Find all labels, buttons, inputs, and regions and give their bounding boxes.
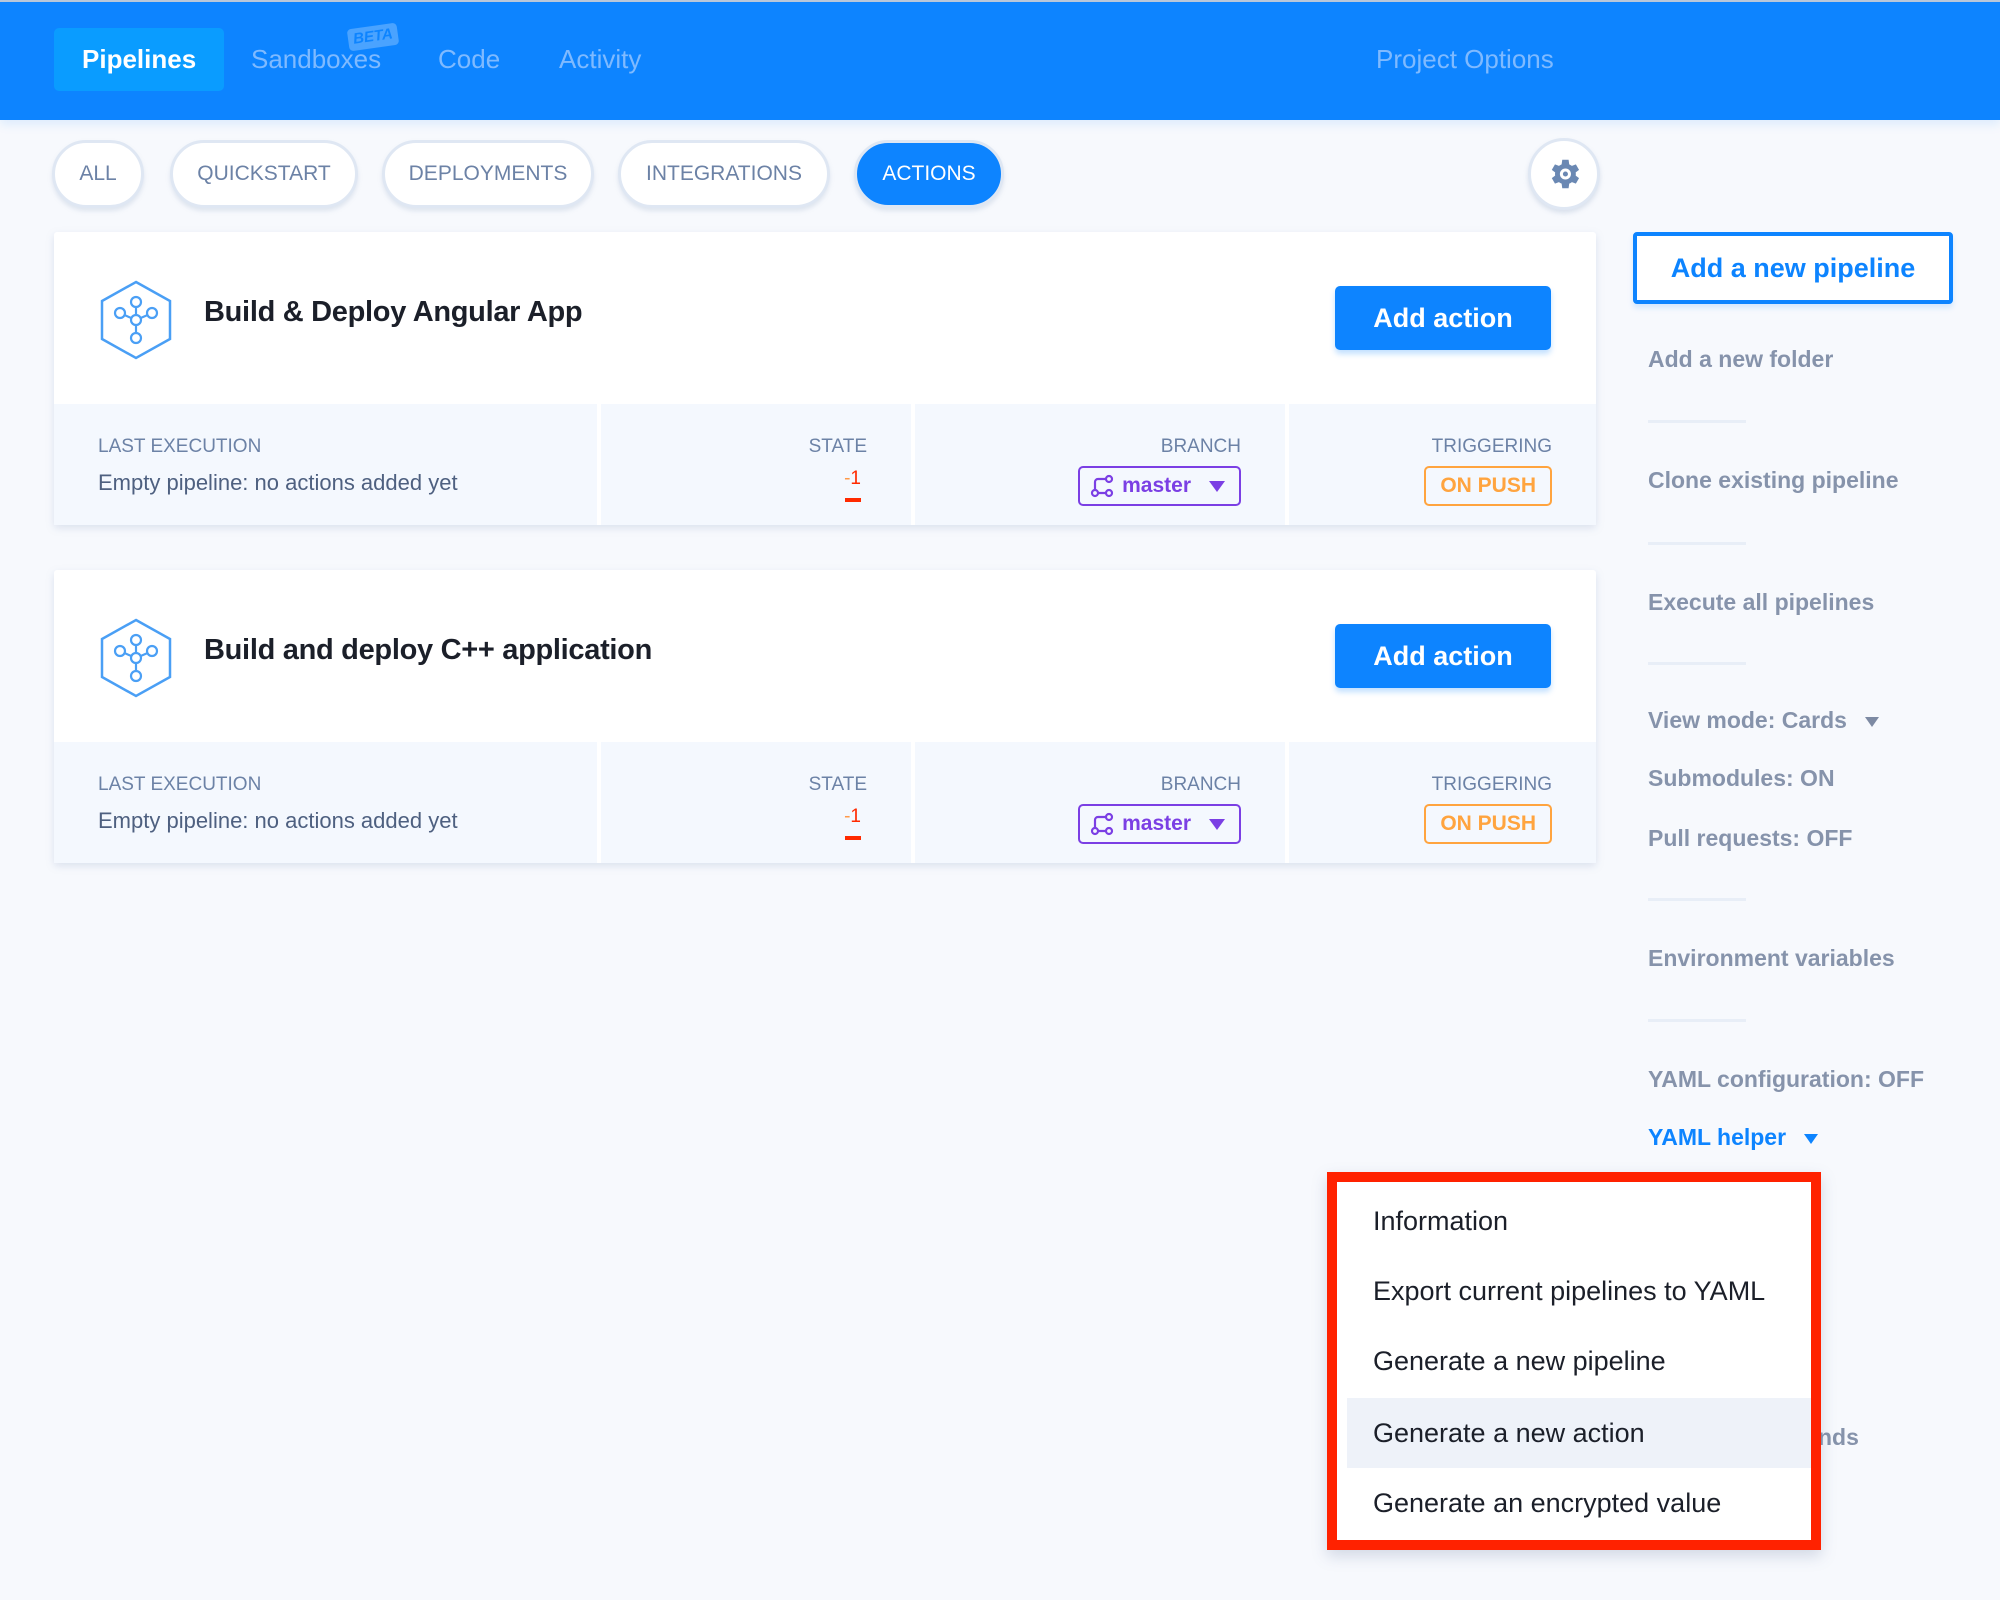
chevron-down-icon xyxy=(1209,480,1225,492)
state-indicator-bar xyxy=(845,498,861,502)
add-action-button[interactable]: Add action xyxy=(1335,286,1551,350)
state-label: STATE xyxy=(808,436,867,457)
sidebar-divider xyxy=(1648,662,1746,665)
menu-item-generate-encrypted-value[interactable]: Generate an encrypted value xyxy=(1347,1468,1811,1538)
obscured-sidebar-item[interactable]: nds xyxy=(1818,1424,1859,1451)
environment-variables-link[interactable]: Environment variables xyxy=(1648,945,1895,972)
state-label: STATE xyxy=(808,774,867,795)
view-mode-label: View mode: Cards xyxy=(1648,707,1847,733)
branch-name: master xyxy=(1122,812,1191,835)
pipeline-card: Build and deploy C++ application Add act… xyxy=(54,570,1596,863)
nav-tab-code[interactable]: Code xyxy=(410,28,528,91)
branch-cell: BRANCH master xyxy=(915,404,1285,525)
nav-tab-pipelines[interactable]: Pipelines xyxy=(54,28,225,91)
triggering-cell: TRIGGERING ON PUSH xyxy=(1289,742,1596,863)
yaml-configuration-toggle[interactable]: YAML configuration: OFF xyxy=(1648,1066,1924,1093)
filter-integrations[interactable]: INTEGRATIONS xyxy=(618,140,830,208)
top-nav-bar: Pipelines Sandboxes BETA Code Activity P… xyxy=(0,0,2000,120)
state-number: 1 xyxy=(850,806,861,827)
state-cell: STATE -1 xyxy=(601,742,911,863)
branch-name: master xyxy=(1122,474,1191,497)
state-value: -1 xyxy=(844,468,861,490)
triggering-label: TRIGGERING xyxy=(1431,774,1552,795)
last-execution-label: LAST EXECUTION xyxy=(98,774,262,795)
yaml-helper-dropdown[interactable]: YAML helper xyxy=(1648,1124,1819,1151)
filter-deployments[interactable]: DEPLOYMENTS xyxy=(382,140,594,208)
submodules-toggle[interactable]: Submodules: ON xyxy=(1648,765,1835,792)
nav-tab-activity[interactable]: Activity xyxy=(531,28,669,91)
pull-requests-toggle[interactable]: Pull requests: OFF xyxy=(1648,825,1852,852)
last-execution-cell: LAST EXECUTION Empty pipeline: no action… xyxy=(54,404,597,525)
state-cell: STATE -1 xyxy=(601,404,911,525)
branch-cell: BRANCH master xyxy=(915,742,1285,863)
menu-item-export-yaml[interactable]: Export current pipelines to YAML xyxy=(1347,1256,1811,1326)
pipeline-title[interactable]: Build & Deploy Angular App xyxy=(204,296,583,329)
trigger-mode-badge[interactable]: ON PUSH xyxy=(1424,466,1552,506)
sidebar-divider xyxy=(1648,898,1746,901)
triggering-label: TRIGGERING xyxy=(1431,436,1552,457)
filter-quickstart[interactable]: QUICKSTART xyxy=(170,140,358,208)
state-value: -1 xyxy=(844,806,861,828)
menu-item-generate-pipeline[interactable]: Generate a new pipeline xyxy=(1347,1326,1811,1396)
yaml-helper-label: YAML helper xyxy=(1648,1124,1787,1150)
last-execution-value: Empty pipeline: no actions added yet xyxy=(98,470,458,495)
last-execution-value: Empty pipeline: no actions added yet xyxy=(98,808,458,833)
execute-all-pipelines-link[interactable]: Execute all pipelines xyxy=(1648,589,1874,616)
add-new-folder-link[interactable]: Add a new folder xyxy=(1648,346,1833,373)
chevron-down-icon xyxy=(1209,818,1225,830)
menu-item-information[interactable]: Information xyxy=(1347,1186,1811,1256)
git-branch-icon xyxy=(1091,474,1114,498)
sidebar-divider xyxy=(1648,1019,1746,1022)
branch-label: BRANCH xyxy=(1160,774,1241,795)
menu-item-generate-action[interactable]: Generate a new action xyxy=(1347,1398,1811,1468)
state-indicator-bar xyxy=(845,836,861,840)
state-number: 1 xyxy=(850,468,861,489)
clone-pipeline-link[interactable]: Clone existing pipeline xyxy=(1648,467,1898,494)
pipeline-hexagon-icon xyxy=(100,280,172,360)
filter-actions[interactable]: ACTIONS xyxy=(854,140,1004,208)
branch-selector[interactable]: master xyxy=(1078,804,1241,844)
last-execution-cell: LAST EXECUTION Empty pipeline: no action… xyxy=(54,742,597,863)
trigger-mode-badge[interactable]: ON PUSH xyxy=(1424,804,1552,844)
branch-label: BRANCH xyxy=(1160,436,1241,457)
pipeline-card: Build & Deploy Angular App Add action LA… xyxy=(54,232,1596,525)
chevron-down-icon xyxy=(1864,716,1879,727)
add-action-button[interactable]: Add action xyxy=(1335,624,1551,688)
project-options-link[interactable]: Project Options xyxy=(1376,28,1554,91)
view-mode-dropdown[interactable]: View mode: Cards xyxy=(1648,707,1879,734)
git-branch-icon xyxy=(1091,812,1114,836)
branch-selector[interactable]: master xyxy=(1078,466,1241,506)
yaml-helper-menu: Information Export current pipelines to … xyxy=(1327,1172,1821,1550)
pipeline-hexagon-icon xyxy=(100,618,172,698)
gear-icon xyxy=(1551,159,1580,189)
pipeline-title[interactable]: Build and deploy C++ application xyxy=(204,634,652,667)
sidebar-divider xyxy=(1648,420,1746,423)
chevron-down-icon xyxy=(1804,1133,1819,1144)
add-new-pipeline-button[interactable]: Add a new pipeline xyxy=(1633,232,1953,304)
last-execution-label: LAST EXECUTION xyxy=(98,436,262,457)
triggering-cell: TRIGGERING ON PUSH xyxy=(1289,404,1596,525)
settings-button[interactable] xyxy=(1528,138,1600,210)
filter-all[interactable]: ALL xyxy=(52,140,144,208)
sidebar-divider xyxy=(1648,542,1746,545)
